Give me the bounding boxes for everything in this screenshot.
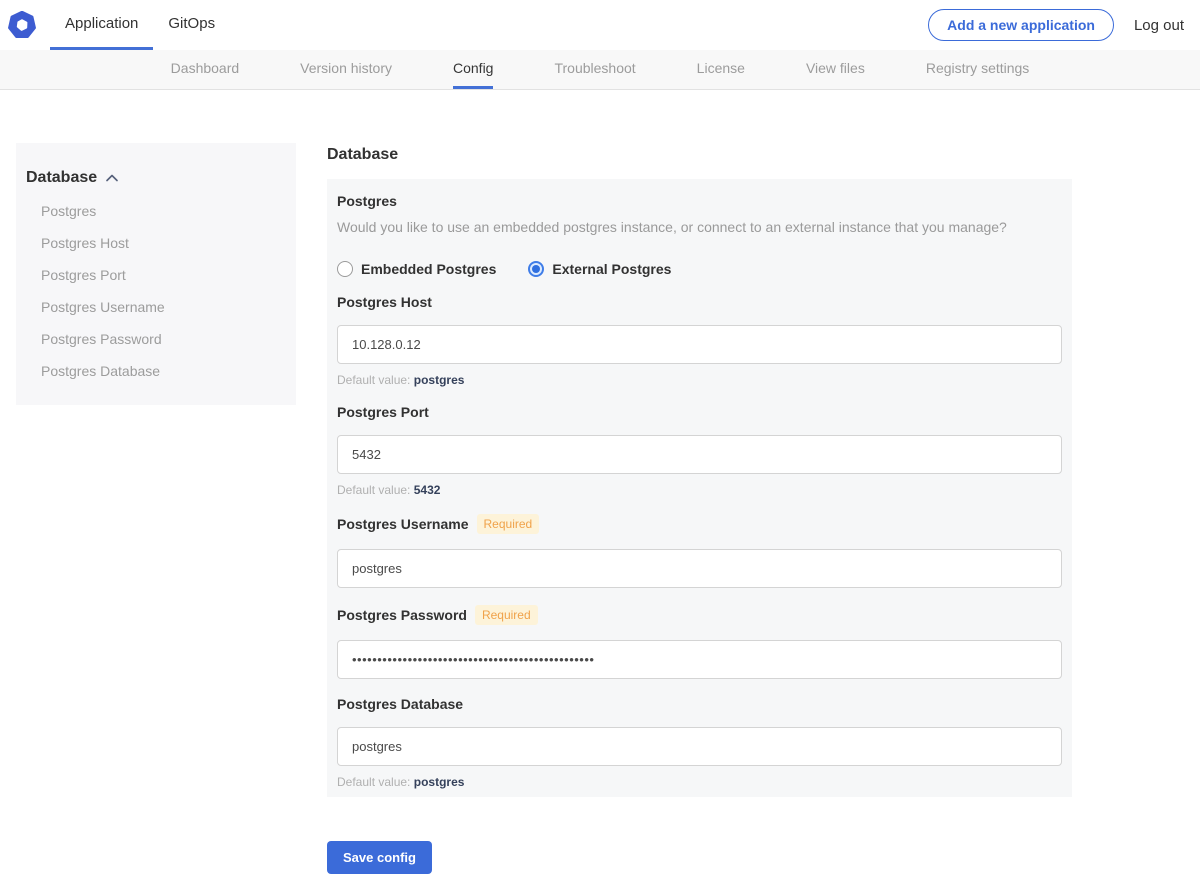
radio-external-postgres-label: External Postgres — [552, 261, 672, 277]
sidebar-item-postgres-username[interactable]: Postgres Username — [26, 299, 286, 315]
subnav-registry-settings[interactable]: Registry settings — [926, 50, 1029, 89]
field-postgres-password: Postgres Password Required — [337, 605, 1062, 679]
field-postgres-database-label: Postgres Database — [337, 696, 464, 712]
subnav-troubleshoot[interactable]: Troubleshoot — [554, 50, 635, 89]
sidebar-group-database-label: Database — [26, 169, 98, 186]
sidebar-item-postgres-password[interactable]: Postgres Password — [26, 331, 286, 347]
save-config-button[interactable]: Save config — [327, 841, 432, 874]
postgres-port-default: Default value: 5432 — [337, 483, 1062, 497]
field-postgres-username-label: Postgres Username — [337, 516, 469, 532]
field-postgres-port-label: Postgres Port — [337, 404, 429, 420]
sidebar-group-database[interactable]: Database — [26, 169, 286, 187]
chevron-up-icon — [106, 174, 118, 182]
radio-embedded-postgres[interactable]: Embedded Postgres — [337, 261, 496, 277]
app-logo[interactable] — [0, 0, 50, 50]
sidebar-item-postgres-host[interactable]: Postgres Host — [26, 235, 286, 251]
default-prefix: Default value: — [337, 373, 411, 387]
field-postgres-port: Postgres Port Default value: 5432 — [337, 404, 1062, 497]
config-sidebar: Database Postgres Postgres Host Postgres… — [16, 143, 296, 405]
postgres-username-input[interactable] — [337, 549, 1062, 588]
subnav-view-files[interactable]: View files — [806, 50, 865, 89]
postgres-group-label: Postgres — [337, 193, 397, 209]
postgres-host-input[interactable] — [337, 325, 1062, 364]
config-main: Database Postgres Would you like to use … — [327, 143, 1072, 874]
required-badge: Required — [476, 514, 540, 534]
postgres-password-input[interactable] — [337, 640, 1062, 679]
field-postgres-password-label: Postgres Password — [337, 607, 467, 623]
subnav-dashboard[interactable]: Dashboard — [171, 50, 240, 89]
postgres-database-input[interactable] — [337, 727, 1062, 766]
page-title: Database — [327, 146, 399, 163]
field-postgres-host: Postgres Host Default value: postgres — [337, 294, 1062, 387]
radio-external-postgres[interactable]: External Postgres — [528, 261, 671, 277]
field-postgres-host-label: Postgres Host — [337, 294, 432, 310]
app-sub-nav: Dashboard Version history Config Trouble… — [0, 50, 1200, 90]
content-layout: Database Postgres Postgres Host Postgres… — [0, 143, 1200, 874]
sidebar-item-postgres[interactable]: Postgres — [26, 203, 286, 219]
default-prefix: Default value: — [337, 775, 411, 789]
tab-gitops[interactable]: GitOps — [153, 0, 230, 50]
top-nav: Application GitOps Add a new application… — [0, 0, 1200, 50]
app-logo-icon — [8, 11, 36, 38]
database-config-panel: Postgres Would you like to use an embedd… — [327, 179, 1072, 797]
sidebar-item-postgres-database[interactable]: Postgres Database — [26, 363, 286, 379]
postgres-port-input[interactable] — [337, 435, 1062, 474]
tab-application[interactable]: Application — [50, 0, 154, 50]
postgres-group-help: Would you like to use an embedded postgr… — [337, 219, 1007, 235]
field-postgres-username: Postgres Username Required — [337, 514, 1062, 588]
subnav-license[interactable]: License — [697, 50, 745, 89]
subnav-version-history[interactable]: Version history — [300, 50, 392, 89]
field-postgres-database: Postgres Database Default value: postgre… — [337, 696, 1062, 789]
postgres-mode-radio-group: Embedded Postgres External Postgres — [337, 261, 1062, 277]
default-value: postgres — [413, 775, 465, 789]
radio-embedded-postgres-circle[interactable] — [337, 261, 353, 277]
tab-application-label: Application — [65, 15, 139, 32]
radio-embedded-postgres-label: Embedded Postgres — [361, 261, 497, 277]
logout-button[interactable]: Log out — [1134, 17, 1184, 34]
postgres-host-default: Default value: postgres — [337, 373, 1062, 387]
default-prefix: Default value: — [337, 483, 411, 497]
postgres-database-default: Default value: postgres — [337, 775, 1062, 789]
top-nav-right: Add a new application Log out — [928, 0, 1200, 50]
radio-external-postgres-circle[interactable] — [528, 261, 545, 277]
add-new-application-button[interactable]: Add a new application — [928, 9, 1114, 41]
default-value: 5432 — [413, 483, 441, 497]
tab-gitops-label: GitOps — [168, 15, 216, 32]
default-value: postgres — [413, 373, 465, 387]
subnav-config[interactable]: Config — [453, 50, 494, 89]
required-badge: Required — [474, 605, 538, 625]
sidebar-item-postgres-port[interactable]: Postgres Port — [26, 267, 286, 283]
